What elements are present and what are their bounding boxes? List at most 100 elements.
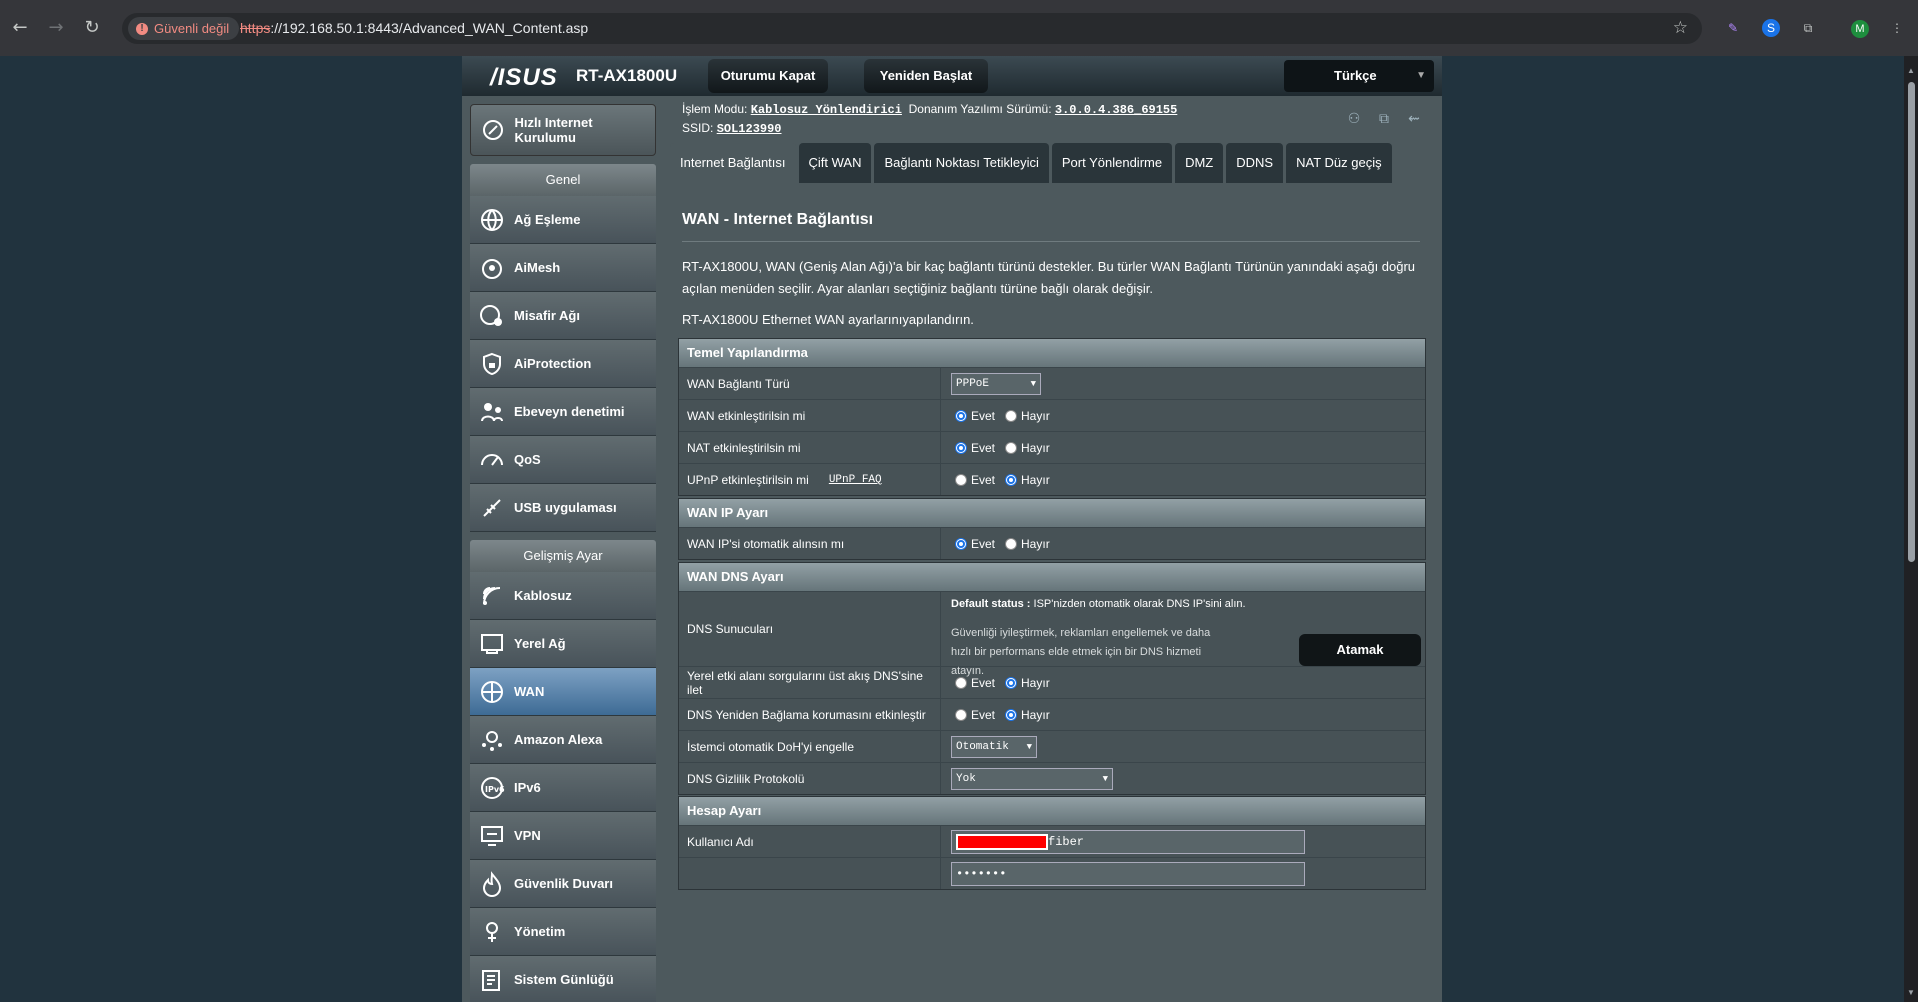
dns-rebind-label: DNS Yeniden Bağlama korumasını etkinleşt… <box>679 699 941 730</box>
tab-5[interactable]: DDNS <box>1226 143 1284 183</box>
wan-ip-auto-yes-radio[interactable] <box>955 537 967 550</box>
browser-toolbar: ← → ↻ ! Güvenli değil https://192.168.50… <box>0 0 1918 56</box>
wan-ip-table: WAN IP Ayarı WAN IP'si otomatik alınsın … <box>678 498 1426 560</box>
tab-bar: Internet Bağlantısı Çift WAN Bağlantı Nokt… <box>670 143 1392 183</box>
dns-hint: Güvenliği iyileştirmek, reklamları engel… <box>951 627 1211 677</box>
sidebar-item-wireless[interactable]: Kablosuz <box>470 572 656 620</box>
guest-network-icon <box>478 302 506 330</box>
tab-3[interactable]: Port Yönlendirme <box>1051 143 1173 183</box>
assign-dns-button[interactable]: Atamak <box>1299 634 1421 666</box>
sidebar-item-network-map[interactable]: Ağ Eşleme <box>470 196 656 244</box>
wan-enable-no-radio[interactable] <box>1005 409 1018 422</box>
sidebar-item-firewall[interactable]: Güvenlik Duvarı <box>470 860 656 908</box>
basic-config-table: Temel Yapılandırma WAN Bağlantı Türü PPP… <box>678 338 1426 496</box>
nat-enable-no-radio[interactable] <box>1005 441 1018 454</box>
sidebar-item-label: VPN <box>514 828 541 843</box>
password-input[interactable]: ••••••• <box>951 861 1305 886</box>
username-input[interactable]: fiber <box>951 829 1305 854</box>
address-bar[interactable]: ! Güvenli değil https://192.168.50.1:844… <box>122 13 1702 44</box>
forward-icon[interactable]: → <box>46 18 66 38</box>
sidebar-item-system-log[interactable]: Sistem Günlüğü <box>470 956 656 1002</box>
description: RT-AX1800U, WAN (Geniş Alan Ağı)'a bir k… <box>682 259 1416 296</box>
redaction-box <box>956 833 1048 850</box>
quick-internet-setup-button[interactable]: Hızlı Internet Kurulumu <box>470 104 656 156</box>
url-text[interactable]: https://192.168.50.1:8443/Advanced_WAN_C… <box>240 20 588 36</box>
sidebar-item-qos[interactable]: QoS <box>470 436 656 484</box>
op-mode-link[interactable]: Kablosuz Yönlendirici <box>751 103 902 117</box>
sidebar-item-wan[interactable]: WAN <box>470 668 656 716</box>
sidebar-item-label: AiProtection <box>514 356 592 371</box>
wan-type-select[interactable]: PPPoE ▼ <box>951 372 1041 395</box>
network-status-icon[interactable]: ⧉ <box>1374 110 1394 130</box>
sidebar-item-label: Ebeveyn denetimi <box>514 404 625 419</box>
dns-forward-yes-radio[interactable] <box>955 676 967 689</box>
dns-rebind-yes-radio[interactable] <box>955 708 967 721</box>
upnp-faq-link[interactable]: UPnP FAQ <box>829 473 882 487</box>
sidebar-item-ipv6[interactable]: IPv6 IPv6 <box>470 764 656 812</box>
advanced-section-header: Gelişmiş Ayar <box>470 540 656 572</box>
extension-icon[interactable]: S <box>1762 19 1780 37</box>
upnp-yes-radio[interactable] <box>955 473 967 486</box>
firewall-icon <box>478 870 506 898</box>
sidebar-item-lan[interactable]: Yerel Ağ <box>470 620 656 668</box>
clients-icon[interactable]: ⚇ <box>1344 110 1364 130</box>
sidebar-item-label: Misafir Ağı <box>514 308 580 323</box>
page-title: WAN - Internet Bağlantısı <box>682 211 874 228</box>
router-info: İşlem Modu: Kablosuz Yönlendirici Donanı… <box>682 102 1178 136</box>
tab-0[interactable]: Internet Bağlantısı <box>670 143 796 183</box>
firmware-link[interactable]: 3.0.0.4.386_69155 <box>1055 103 1177 117</box>
pen-extension-icon[interactable]: ✎ <box>1724 19 1742 37</box>
alexa-icon <box>478 726 506 754</box>
reboot-button[interactable]: Yeniden Başlat <box>864 59 988 93</box>
sidebar-item-guest-network[interactable]: Misafir Ağı <box>470 292 656 340</box>
tab-2[interactable]: Bağlantı Noktası Tetikleyici <box>874 143 1049 183</box>
account-table: Hesap Ayarı Kullanıcı Adı fiber ••••••• <box>678 796 1426 890</box>
sidebar-item-usb-app[interactable]: USB uygulaması <box>470 484 656 532</box>
parental-control-icon <box>478 398 506 426</box>
extensions-puzzle-icon[interactable]: ⧉ <box>1799 19 1817 37</box>
logout-button[interactable]: Oturumu Kapat <box>708 59 828 93</box>
wan-ip-auto-no-radio[interactable] <box>1005 537 1018 550</box>
sidebar-item-aiprotection[interactable]: AiProtection <box>470 340 656 388</box>
profile-avatar[interactable]: M <box>1851 20 1869 38</box>
sidebar-item-label: IPv6 <box>514 780 541 795</box>
tab-1[interactable]: Çift WAN <box>798 143 872 183</box>
page-scrollbar[interactable]: ▲ ▼ <box>1904 56 1918 1002</box>
sidebar-item-aimesh[interactable]: AiMesh <box>470 244 656 292</box>
sidebar-item-parental-control[interactable]: Ebeveyn denetimi <box>470 388 656 436</box>
chevron-down-icon: ▼ <box>1416 70 1426 81</box>
security-indicator[interactable]: ! Güvenli değil <box>128 17 240 40</box>
dns-rebind-no-radio[interactable] <box>1005 708 1018 721</box>
browser-menu-icon[interactable]: ⋮ <box>1888 19 1906 37</box>
tab-6[interactable]: NAT Düz geçiş <box>1286 143 1392 183</box>
dns-privacy-label: DNS Gizlilik Protokolü <box>679 763 941 794</box>
tab-4[interactable]: DMZ <box>1175 143 1224 183</box>
dns-privacy-select[interactable]: Yok ▼ <box>951 767 1113 790</box>
scroll-down-icon[interactable]: ▼ <box>1907 988 1915 997</box>
dns-servers-label: DNS Sunucuları <box>679 592 941 666</box>
divider <box>682 241 1420 242</box>
dns-forward-no-radio[interactable] <box>1005 676 1018 689</box>
scroll-up-icon[interactable]: ▲ <box>1907 66 1915 75</box>
bookmark-star-icon[interactable]: ☆ <box>1673 18 1688 38</box>
chevron-down-icon: ▼ <box>1102 773 1108 784</box>
administration-icon <box>478 918 506 946</box>
sidebar-item-vpn[interactable]: VPN <box>470 812 656 860</box>
top-bar: /ISUS RT-AX1800U Oturumu Kapat Yeniden B… <box>462 56 1442 96</box>
scroll-thumb[interactable] <box>1908 82 1915 562</box>
usb-app-icon <box>478 494 506 522</box>
sidebar-item-administration[interactable]: Yönetim <box>470 908 656 956</box>
usb-status-icon[interactable]: ⇜ <box>1404 110 1424 130</box>
nat-enable-yes-radio[interactable] <box>955 441 967 454</box>
upnp-no-radio[interactable] <box>1005 473 1018 486</box>
doh-block-select[interactable]: Otomatik ▼ <box>951 735 1037 758</box>
ssid-link[interactable]: SOL123990 <box>717 122 782 136</box>
reload-icon[interactable]: ↻ <box>82 18 102 38</box>
language-select[interactable]: Türkçe ▼ <box>1284 60 1434 92</box>
sidebar-item-label: AiMesh <box>514 260 561 275</box>
vpn-icon <box>478 822 506 850</box>
back-icon[interactable]: ← <box>10 18 30 38</box>
sidebar-item-alexa[interactable]: Amazon Alexa <box>470 716 656 764</box>
wan-enable-yes-radio[interactable] <box>955 409 967 422</box>
description-2: RT-AX1800U Ethernet WAN ayarlarınıyapıla… <box>682 312 974 327</box>
